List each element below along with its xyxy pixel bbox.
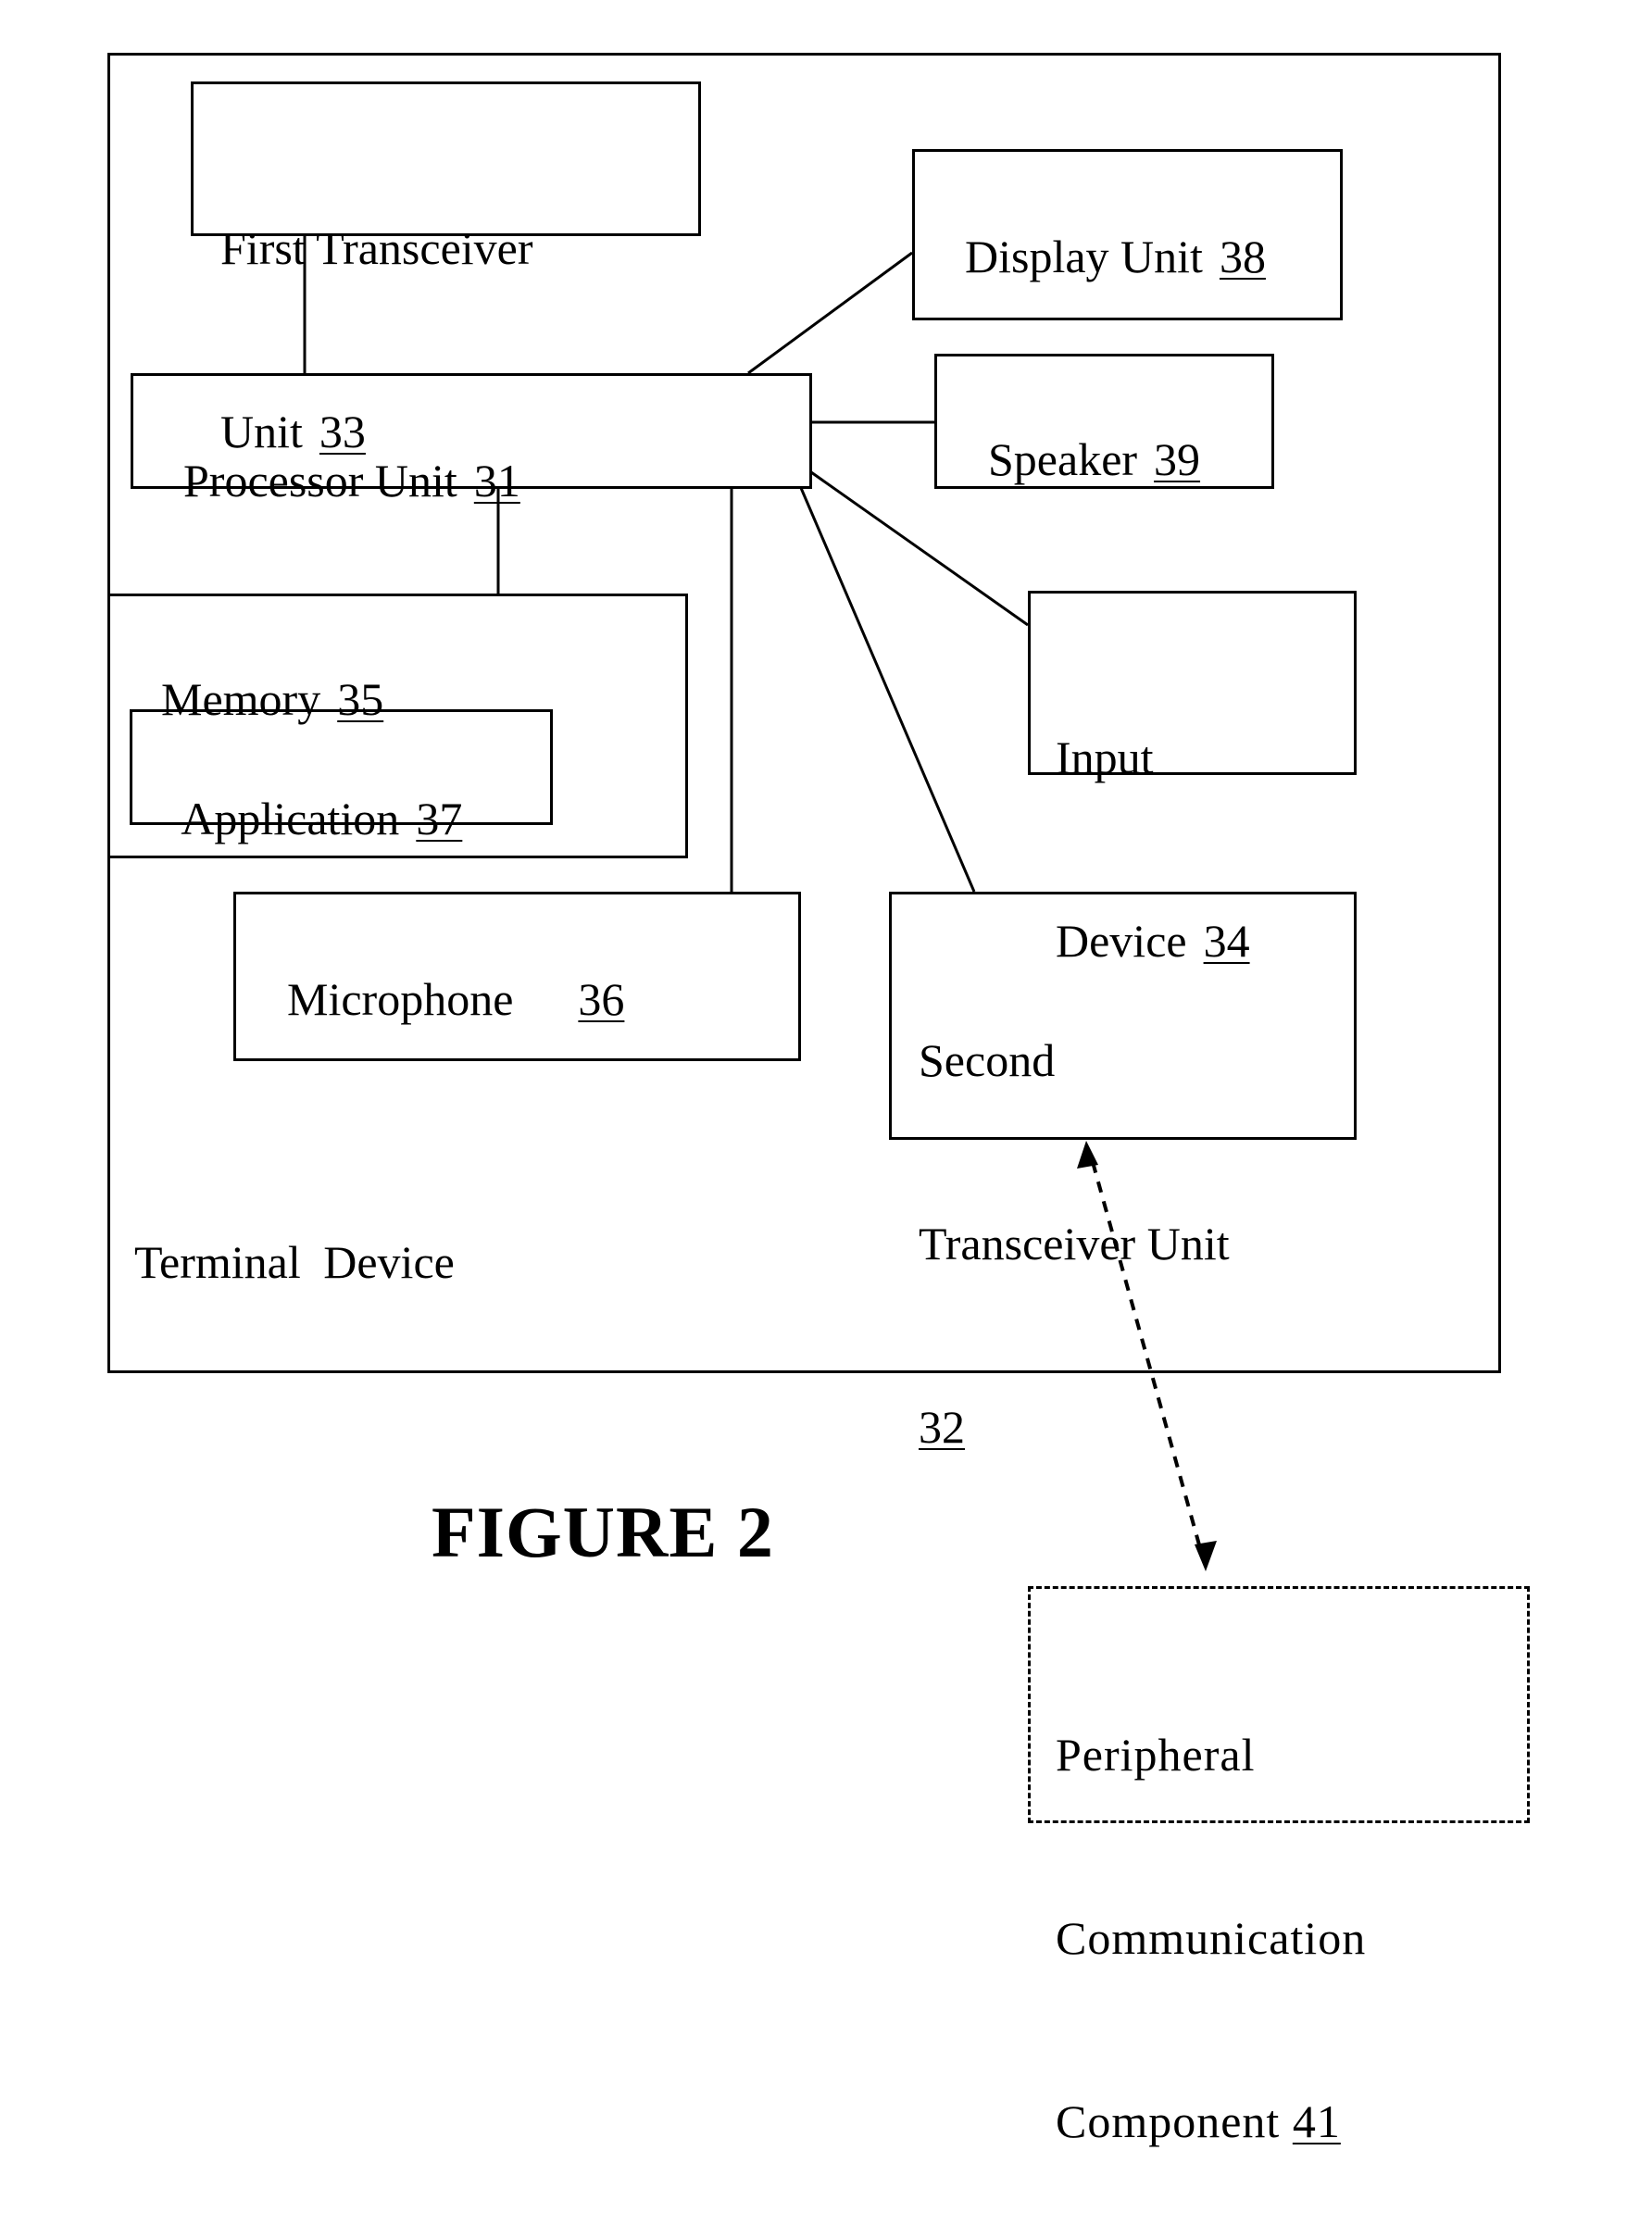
figure-title: FIGURE 2 (432, 1492, 774, 1572)
ref-number-41: 41 (1292, 2095, 1341, 2147)
ref-number-31: 31 (473, 455, 520, 506)
ref-number-36: 36 (578, 973, 625, 1025)
peripheral-component-text: Component (1056, 2095, 1281, 2147)
application-label: Application 37 (160, 727, 462, 849)
microphone-label: Microphone 36 (264, 907, 624, 1030)
speaker-label: Speaker 39 (965, 368, 1200, 490)
peripheral-line1: Peripheral (1056, 1729, 1256, 1781)
peripheral-communication-component-label: Peripheral Communication Component 41 (1056, 1602, 1366, 2213)
ref-number-37: 37 (416, 793, 463, 844)
display-unit-label: Display Unit 38 (942, 165, 1266, 287)
speaker-text: Speaker (988, 433, 1138, 485)
second-transceiver-line1: Second (919, 1034, 1056, 1086)
application-text: Application (181, 793, 400, 844)
processor-unit-label: Processor Unit 31 (160, 389, 520, 511)
microphone-text: Microphone (287, 973, 514, 1025)
first-transceiver-line1: First Transceiver (220, 222, 533, 274)
second-transceiver-unit-label: Second Transceiver Unit 32 (919, 907, 1230, 1519)
peripheral-line2: Communication (1056, 1912, 1367, 1964)
second-transceiver-line2: Transceiver Unit (919, 1218, 1230, 1269)
peripheral-line3: Component 41 (1056, 2091, 1366, 2152)
terminal-device-label: Terminal Device (134, 1236, 455, 1288)
display-unit-text: Display Unit (965, 231, 1203, 282)
processor-unit-text: Processor Unit (183, 455, 457, 506)
input-device-line1: Input (1056, 731, 1154, 783)
ref-number-32: 32 (919, 1401, 965, 1453)
arrowhead-down-icon (1195, 1541, 1217, 1571)
ref-number-38: 38 (1219, 231, 1266, 282)
ref-number-39: 39 (1154, 433, 1201, 485)
